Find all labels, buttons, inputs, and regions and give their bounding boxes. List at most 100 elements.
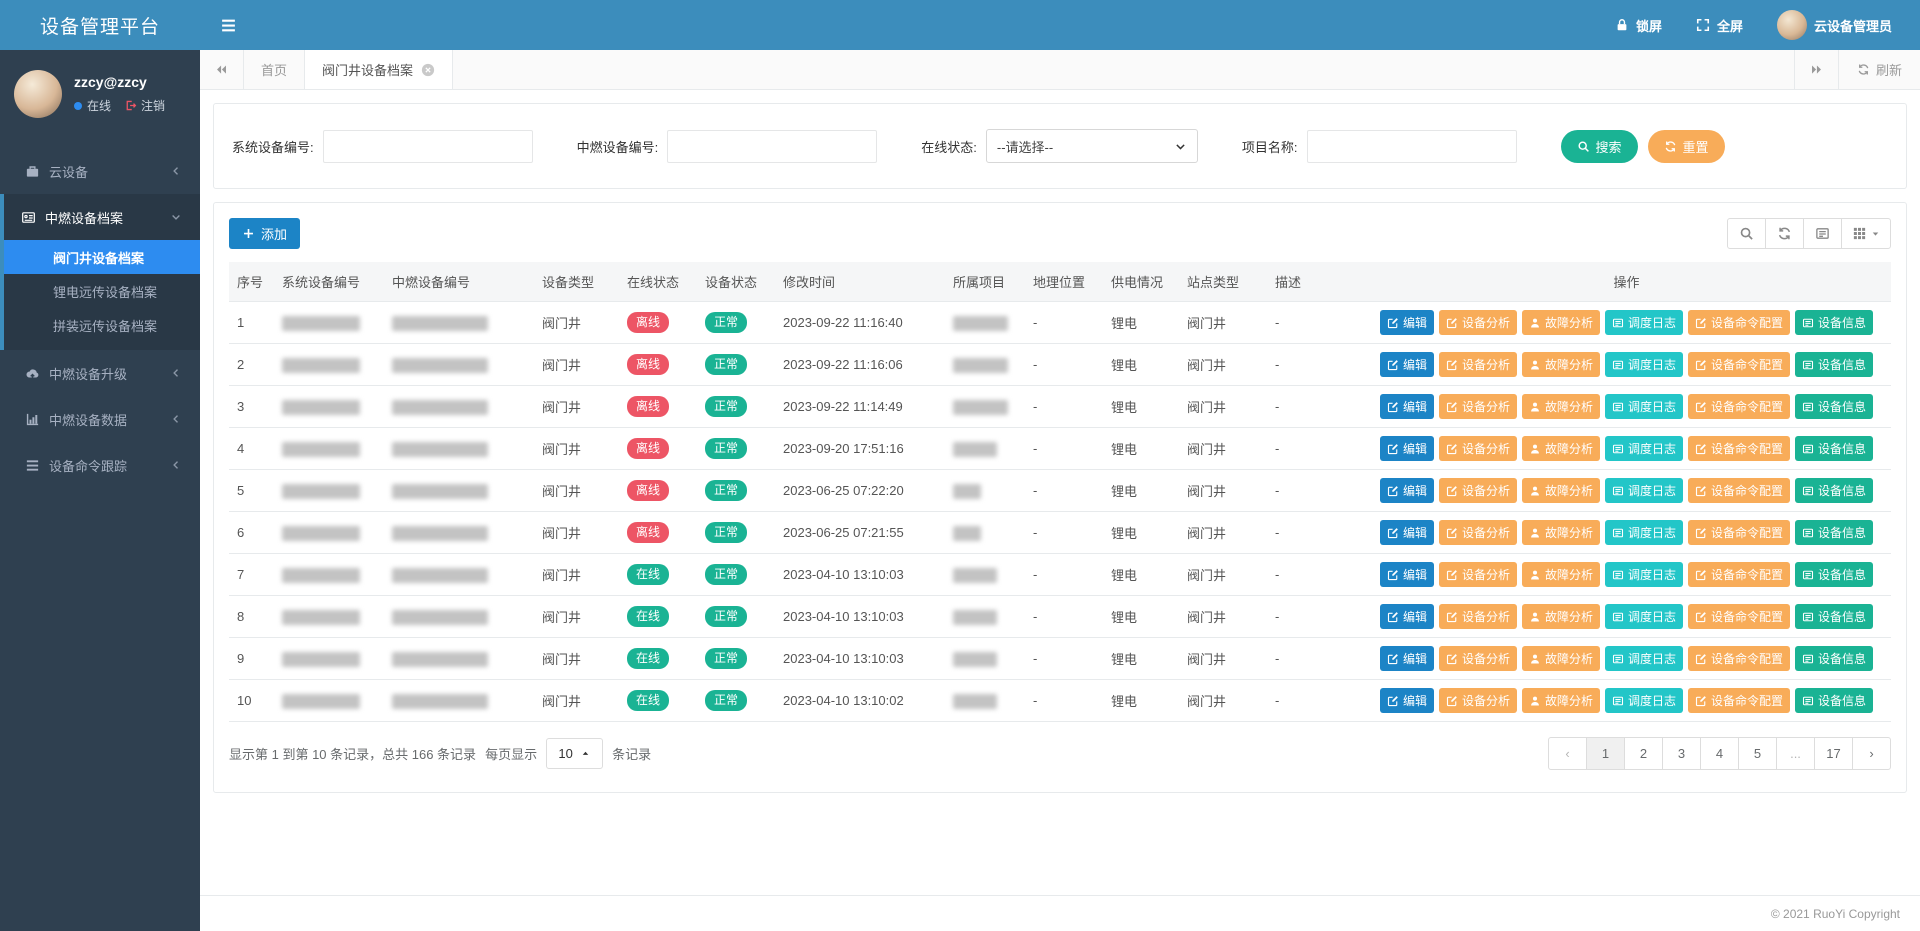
- search-field-input-3[interactable]: [1307, 130, 1517, 163]
- fullscreen-button[interactable]: 全屏: [1696, 16, 1743, 35]
- op-button-0[interactable]: 编辑: [1380, 604, 1434, 629]
- page-size-select[interactable]: 10: [546, 738, 603, 769]
- tabs-scroll-left-button[interactable]: [200, 50, 244, 89]
- op-button-5[interactable]: 设备信息: [1795, 394, 1873, 419]
- op-button-2[interactable]: 故障分析: [1522, 520, 1600, 545]
- op-button-5[interactable]: 设备信息: [1795, 604, 1873, 629]
- page-button-17[interactable]: 17: [1814, 737, 1853, 770]
- column-header-7[interactable]: 所属项目: [945, 262, 1025, 302]
- search-button[interactable]: 搜索: [1561, 130, 1638, 163]
- sidebar-item-0[interactable]: 云设备: [4, 148, 200, 194]
- column-header-6[interactable]: 修改时间: [775, 262, 945, 302]
- op-button-4[interactable]: 设备命令配置: [1688, 394, 1790, 419]
- op-button-4[interactable]: 设备命令配置: [1688, 310, 1790, 335]
- page-button-ellipsis[interactable]: ...: [1776, 737, 1815, 770]
- op-button-0[interactable]: 编辑: [1380, 688, 1434, 713]
- column-header-12[interactable]: 操作: [1362, 262, 1891, 302]
- op-button-1[interactable]: 设备分析: [1439, 520, 1517, 545]
- op-button-3[interactable]: 调度日志: [1605, 352, 1683, 377]
- sidebar-subitem-1-1[interactable]: 锂电远传设备档案: [4, 274, 200, 308]
- tab-1[interactable]: 阀门井设备档案: [305, 50, 453, 89]
- column-header-1[interactable]: 系统设备编号: [274, 262, 384, 302]
- op-button-4[interactable]: 设备命令配置: [1688, 646, 1790, 671]
- tab-close-icon[interactable]: [421, 63, 435, 77]
- sidebar-subitem-1-2[interactable]: 拼装远传设备档案: [4, 308, 200, 342]
- refresh-tab-button[interactable]: 刷新: [1838, 50, 1920, 89]
- column-header-9[interactable]: 供电情况: [1103, 262, 1179, 302]
- search-field-input-0[interactable]: [323, 130, 533, 163]
- sidebar-item-4[interactable]: 设备命令跟踪: [4, 442, 200, 488]
- op-button-1[interactable]: 设备分析: [1439, 436, 1517, 461]
- sidebar-toggle-icon[interactable]: [200, 17, 257, 34]
- op-button-1[interactable]: 设备分析: [1439, 310, 1517, 335]
- op-button-2[interactable]: 故障分析: [1522, 478, 1600, 503]
- tab-0[interactable]: 首页: [244, 50, 305, 89]
- op-button-0[interactable]: 编辑: [1380, 352, 1434, 377]
- column-header-8[interactable]: 地理位置: [1025, 262, 1103, 302]
- tabs-scroll-right-button[interactable]: [1794, 50, 1838, 89]
- op-button-3[interactable]: 调度日志: [1605, 646, 1683, 671]
- op-button-2[interactable]: 故障分析: [1522, 562, 1600, 587]
- op-button-5[interactable]: 设备信息: [1795, 688, 1873, 713]
- online-status-select[interactable]: --请选择--: [986, 129, 1198, 163]
- logout-button[interactable]: 注销: [124, 97, 165, 114]
- op-button-1[interactable]: 设备分析: [1439, 646, 1517, 671]
- table-search-button[interactable]: [1727, 218, 1766, 249]
- op-button-5[interactable]: 设备信息: [1795, 436, 1873, 461]
- op-button-2[interactable]: 故障分析: [1522, 310, 1600, 335]
- sidebar-item-1[interactable]: 中燃设备档案: [4, 194, 200, 240]
- op-button-3[interactable]: 调度日志: [1605, 562, 1683, 587]
- op-button-5[interactable]: 设备信息: [1795, 562, 1873, 587]
- reset-button[interactable]: 重置: [1648, 130, 1725, 163]
- page-button-4[interactable]: 4: [1700, 737, 1739, 770]
- op-button-3[interactable]: 调度日志: [1605, 436, 1683, 461]
- op-button-5[interactable]: 设备信息: [1795, 478, 1873, 503]
- lock-screen-button[interactable]: 锁屏: [1615, 16, 1662, 35]
- column-header-5[interactable]: 设备状态: [697, 262, 775, 302]
- op-button-0[interactable]: 编辑: [1380, 478, 1434, 503]
- table-columns-button[interactable]: [1841, 218, 1891, 249]
- column-header-0[interactable]: 序号: [229, 262, 274, 302]
- op-button-2[interactable]: 故障分析: [1522, 394, 1600, 419]
- op-button-0[interactable]: 编辑: [1380, 436, 1434, 461]
- op-button-1[interactable]: 设备分析: [1439, 352, 1517, 377]
- op-button-2[interactable]: 故障分析: [1522, 352, 1600, 377]
- column-header-2[interactable]: 中燃设备编号: [384, 262, 534, 302]
- op-button-4[interactable]: 设备命令配置: [1688, 520, 1790, 545]
- op-button-3[interactable]: 调度日志: [1605, 520, 1683, 545]
- op-button-1[interactable]: 设备分析: [1439, 562, 1517, 587]
- op-button-5[interactable]: 设备信息: [1795, 520, 1873, 545]
- sidebar-subitem-1-0[interactable]: 阀门井设备档案: [4, 240, 200, 274]
- op-button-5[interactable]: 设备信息: [1795, 352, 1873, 377]
- column-header-11[interactable]: 描述: [1267, 262, 1362, 302]
- op-button-3[interactable]: 调度日志: [1605, 310, 1683, 335]
- op-button-2[interactable]: 故障分析: [1522, 436, 1600, 461]
- op-button-4[interactable]: 设备命令配置: [1688, 478, 1790, 503]
- op-button-2[interactable]: 故障分析: [1522, 604, 1600, 629]
- op-button-1[interactable]: 设备分析: [1439, 394, 1517, 419]
- op-button-0[interactable]: 编辑: [1380, 310, 1434, 335]
- op-button-3[interactable]: 调度日志: [1605, 478, 1683, 503]
- op-button-4[interactable]: 设备命令配置: [1688, 436, 1790, 461]
- page-button-1[interactable]: 1: [1586, 737, 1625, 770]
- op-button-1[interactable]: 设备分析: [1439, 478, 1517, 503]
- page-button-next[interactable]: ›: [1852, 737, 1891, 770]
- page-button-3[interactable]: 3: [1662, 737, 1701, 770]
- op-button-1[interactable]: 设备分析: [1439, 688, 1517, 713]
- page-button-5[interactable]: 5: [1738, 737, 1777, 770]
- op-button-4[interactable]: 设备命令配置: [1688, 604, 1790, 629]
- sidebar-item-3[interactable]: 中燃设备数据: [4, 396, 200, 442]
- add-button[interactable]: 添加: [229, 218, 300, 249]
- table-refresh-button[interactable]: [1765, 218, 1804, 249]
- op-button-4[interactable]: 设备命令配置: [1688, 562, 1790, 587]
- page-button-prev[interactable]: ‹: [1548, 737, 1587, 770]
- column-header-10[interactable]: 站点类型: [1179, 262, 1267, 302]
- sidebar-item-2[interactable]: 中燃设备升级: [4, 350, 200, 396]
- op-button-3[interactable]: 调度日志: [1605, 688, 1683, 713]
- op-button-4[interactable]: 设备命令配置: [1688, 688, 1790, 713]
- op-button-3[interactable]: 调度日志: [1605, 394, 1683, 419]
- page-button-2[interactable]: 2: [1624, 737, 1663, 770]
- search-field-input-1[interactable]: [667, 130, 877, 163]
- op-button-0[interactable]: 编辑: [1380, 646, 1434, 671]
- op-button-5[interactable]: 设备信息: [1795, 310, 1873, 335]
